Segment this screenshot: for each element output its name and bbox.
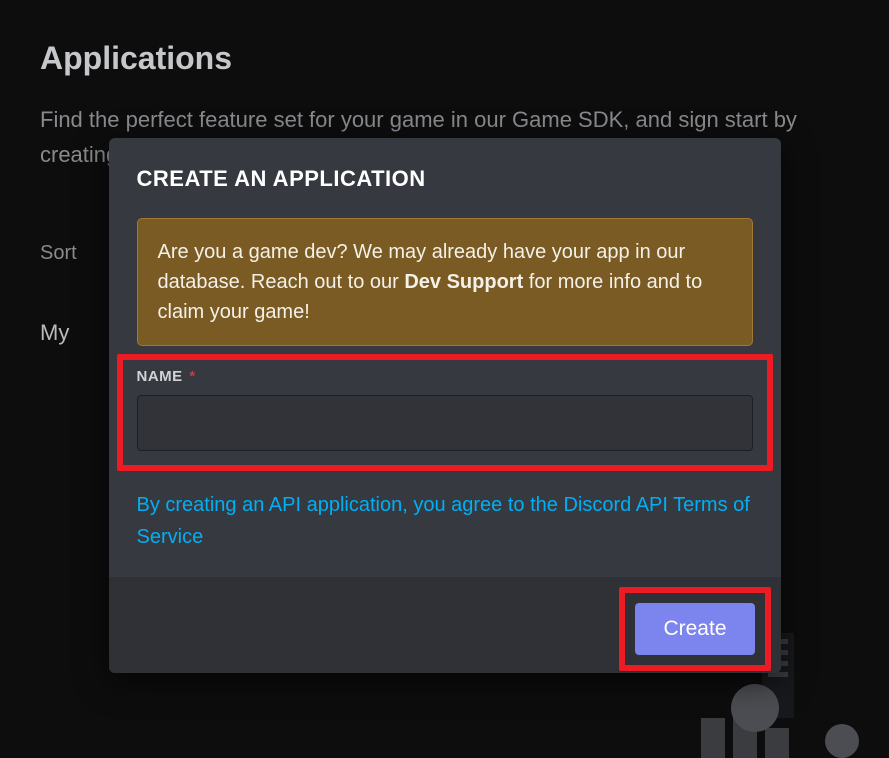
name-field-highlight: NAME * xyxy=(117,354,773,471)
modal-title: CREATE AN APPLICATION xyxy=(137,166,753,192)
name-label-text: NAME xyxy=(137,368,183,385)
name-field-label: NAME * xyxy=(137,368,196,385)
dev-support-link[interactable]: Dev Support xyxy=(404,271,523,293)
terms-of-service-link[interactable]: By creating an API application, you agre… xyxy=(137,489,753,553)
application-name-input[interactable] xyxy=(137,395,753,451)
modal-body: CREATE AN APPLICATION Are you a game dev… xyxy=(109,138,781,577)
modal-footer: Cancel Create xyxy=(109,577,781,673)
create-application-modal: CREATE AN APPLICATION Are you a game dev… xyxy=(109,138,781,673)
info-banner-text: Are you a game dev? We may already have … xyxy=(158,237,732,327)
required-star-icon: * xyxy=(189,368,195,385)
create-button-highlight: Create xyxy=(619,587,770,671)
create-button[interactable]: Create xyxy=(635,603,754,655)
game-dev-info-banner: Are you a game dev? We may already have … xyxy=(137,218,753,346)
modal-overlay: CREATE AN APPLICATION Are you a game dev… xyxy=(0,0,889,758)
